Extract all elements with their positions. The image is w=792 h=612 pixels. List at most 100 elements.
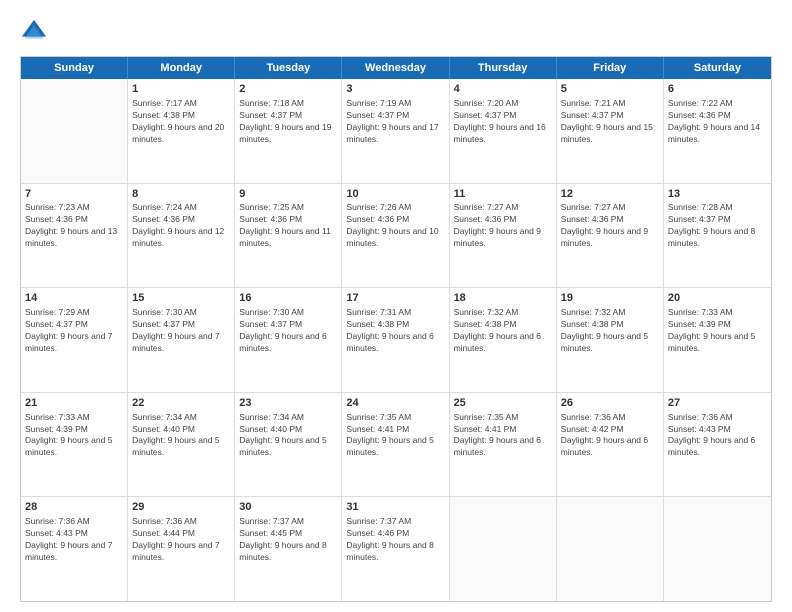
calendar-cell-2-2: 8Sunrise: 7:24 AMSunset: 4:36 PMDaylight… <box>128 184 235 288</box>
day-info: Sunrise: 7:30 AMSunset: 4:37 PMDaylight:… <box>239 307 337 355</box>
day-info: Sunrise: 7:24 AMSunset: 4:36 PMDaylight:… <box>132 202 230 250</box>
day-number: 8 <box>132 187 230 202</box>
calendar-row-2: 7Sunrise: 7:23 AMSunset: 4:36 PMDaylight… <box>21 184 771 289</box>
day-info: Sunrise: 7:30 AMSunset: 4:37 PMDaylight:… <box>132 307 230 355</box>
logo <box>20 18 52 46</box>
day-info: Sunrise: 7:20 AMSunset: 4:37 PMDaylight:… <box>454 98 552 146</box>
calendar-cell-5-3: 30Sunrise: 7:37 AMSunset: 4:45 PMDayligh… <box>235 497 342 601</box>
day-number: 26 <box>561 396 659 411</box>
day-info: Sunrise: 7:27 AMSunset: 4:36 PMDaylight:… <box>561 202 659 250</box>
calendar-cell-5-1: 28Sunrise: 7:36 AMSunset: 4:43 PMDayligh… <box>21 497 128 601</box>
day-number: 19 <box>561 291 659 306</box>
day-info: Sunrise: 7:36 AMSunset: 4:43 PMDaylight:… <box>668 412 767 460</box>
calendar-cell-4-6: 26Sunrise: 7:36 AMSunset: 4:42 PMDayligh… <box>557 393 664 497</box>
page: SundayMondayTuesdayWednesdayThursdayFrid… <box>0 0 792 612</box>
day-number: 20 <box>668 291 767 306</box>
day-info: Sunrise: 7:33 AMSunset: 4:39 PMDaylight:… <box>668 307 767 355</box>
calendar-cell-1-7: 6Sunrise: 7:22 AMSunset: 4:36 PMDaylight… <box>664 79 771 183</box>
day-number: 3 <box>346 82 444 97</box>
day-info: Sunrise: 7:31 AMSunset: 4:38 PMDaylight:… <box>346 307 444 355</box>
calendar-row-5: 28Sunrise: 7:36 AMSunset: 4:43 PMDayligh… <box>21 497 771 601</box>
day-number: 4 <box>454 82 552 97</box>
day-number: 21 <box>25 396 123 411</box>
calendar-body: 1Sunrise: 7:17 AMSunset: 4:38 PMDaylight… <box>21 79 771 601</box>
header-day-sunday: Sunday <box>21 57 128 79</box>
day-info: Sunrise: 7:19 AMSunset: 4:37 PMDaylight:… <box>346 98 444 146</box>
day-number: 13 <box>668 187 767 202</box>
header-day-tuesday: Tuesday <box>235 57 342 79</box>
day-number: 29 <box>132 500 230 515</box>
calendar-cell-4-1: 21Sunrise: 7:33 AMSunset: 4:39 PMDayligh… <box>21 393 128 497</box>
calendar-cell-3-6: 19Sunrise: 7:32 AMSunset: 4:38 PMDayligh… <box>557 288 664 392</box>
day-info: Sunrise: 7:35 AMSunset: 4:41 PMDaylight:… <box>346 412 444 460</box>
day-info: Sunrise: 7:25 AMSunset: 4:36 PMDaylight:… <box>239 202 337 250</box>
day-number: 5 <box>561 82 659 97</box>
day-number: 10 <box>346 187 444 202</box>
calendar: SundayMondayTuesdayWednesdayThursdayFrid… <box>20 56 772 602</box>
calendar-cell-3-7: 20Sunrise: 7:33 AMSunset: 4:39 PMDayligh… <box>664 288 771 392</box>
calendar-cell-2-7: 13Sunrise: 7:28 AMSunset: 4:37 PMDayligh… <box>664 184 771 288</box>
day-info: Sunrise: 7:34 AMSunset: 4:40 PMDaylight:… <box>132 412 230 460</box>
calendar-cell-1-3: 2Sunrise: 7:18 AMSunset: 4:37 PMDaylight… <box>235 79 342 183</box>
day-info: Sunrise: 7:34 AMSunset: 4:40 PMDaylight:… <box>239 412 337 460</box>
header-day-wednesday: Wednesday <box>342 57 449 79</box>
day-number: 11 <box>454 187 552 202</box>
calendar-cell-1-5: 4Sunrise: 7:20 AMSunset: 4:37 PMDaylight… <box>450 79 557 183</box>
day-info: Sunrise: 7:29 AMSunset: 4:37 PMDaylight:… <box>25 307 123 355</box>
day-number: 12 <box>561 187 659 202</box>
calendar-cell-3-5: 18Sunrise: 7:32 AMSunset: 4:38 PMDayligh… <box>450 288 557 392</box>
day-info: Sunrise: 7:23 AMSunset: 4:36 PMDaylight:… <box>25 202 123 250</box>
calendar-cell-3-3: 16Sunrise: 7:30 AMSunset: 4:37 PMDayligh… <box>235 288 342 392</box>
day-info: Sunrise: 7:18 AMSunset: 4:37 PMDaylight:… <box>239 98 337 146</box>
day-info: Sunrise: 7:22 AMSunset: 4:36 PMDaylight:… <box>668 98 767 146</box>
header <box>20 18 772 46</box>
day-number: 14 <box>25 291 123 306</box>
day-info: Sunrise: 7:36 AMSunset: 4:42 PMDaylight:… <box>561 412 659 460</box>
day-info: Sunrise: 7:17 AMSunset: 4:38 PMDaylight:… <box>132 98 230 146</box>
day-info: Sunrise: 7:36 AMSunset: 4:44 PMDaylight:… <box>132 516 230 564</box>
calendar-cell-3-1: 14Sunrise: 7:29 AMSunset: 4:37 PMDayligh… <box>21 288 128 392</box>
day-number: 6 <box>668 82 767 97</box>
day-number: 23 <box>239 396 337 411</box>
calendar-row-3: 14Sunrise: 7:29 AMSunset: 4:37 PMDayligh… <box>21 288 771 393</box>
calendar-row-1: 1Sunrise: 7:17 AMSunset: 4:38 PMDaylight… <box>21 79 771 184</box>
calendar-cell-1-6: 5Sunrise: 7:21 AMSunset: 4:37 PMDaylight… <box>557 79 664 183</box>
day-number: 7 <box>25 187 123 202</box>
calendar-cell-2-5: 11Sunrise: 7:27 AMSunset: 4:36 PMDayligh… <box>450 184 557 288</box>
day-number: 17 <box>346 291 444 306</box>
calendar-cell-5-2: 29Sunrise: 7:36 AMSunset: 4:44 PMDayligh… <box>128 497 235 601</box>
calendar-cell-5-6 <box>557 497 664 601</box>
calendar-cell-3-4: 17Sunrise: 7:31 AMSunset: 4:38 PMDayligh… <box>342 288 449 392</box>
calendar-cell-2-3: 9Sunrise: 7:25 AMSunset: 4:36 PMDaylight… <box>235 184 342 288</box>
calendar-cell-3-2: 15Sunrise: 7:30 AMSunset: 4:37 PMDayligh… <box>128 288 235 392</box>
day-info: Sunrise: 7:36 AMSunset: 4:43 PMDaylight:… <box>25 516 123 564</box>
day-number: 28 <box>25 500 123 515</box>
calendar-cell-4-7: 27Sunrise: 7:36 AMSunset: 4:43 PMDayligh… <box>664 393 771 497</box>
calendar-cell-4-4: 24Sunrise: 7:35 AMSunset: 4:41 PMDayligh… <box>342 393 449 497</box>
calendar-cell-5-4: 31Sunrise: 7:37 AMSunset: 4:46 PMDayligh… <box>342 497 449 601</box>
day-number: 30 <box>239 500 337 515</box>
day-info: Sunrise: 7:21 AMSunset: 4:37 PMDaylight:… <box>561 98 659 146</box>
header-day-thursday: Thursday <box>450 57 557 79</box>
calendar-cell-1-1 <box>21 79 128 183</box>
day-info: Sunrise: 7:37 AMSunset: 4:45 PMDaylight:… <box>239 516 337 564</box>
calendar-cell-4-3: 23Sunrise: 7:34 AMSunset: 4:40 PMDayligh… <box>235 393 342 497</box>
day-info: Sunrise: 7:35 AMSunset: 4:41 PMDaylight:… <box>454 412 552 460</box>
day-number: 24 <box>346 396 444 411</box>
day-number: 22 <box>132 396 230 411</box>
day-info: Sunrise: 7:26 AMSunset: 4:36 PMDaylight:… <box>346 202 444 250</box>
calendar-cell-5-7 <box>664 497 771 601</box>
day-number: 18 <box>454 291 552 306</box>
day-info: Sunrise: 7:32 AMSunset: 4:38 PMDaylight:… <box>454 307 552 355</box>
day-info: Sunrise: 7:28 AMSunset: 4:37 PMDaylight:… <box>668 202 767 250</box>
day-number: 31 <box>346 500 444 515</box>
header-day-friday: Friday <box>557 57 664 79</box>
calendar-cell-4-5: 25Sunrise: 7:35 AMSunset: 4:41 PMDayligh… <box>450 393 557 497</box>
header-day-saturday: Saturday <box>664 57 771 79</box>
day-number: 27 <box>668 396 767 411</box>
calendar-row-4: 21Sunrise: 7:33 AMSunset: 4:39 PMDayligh… <box>21 393 771 498</box>
day-info: Sunrise: 7:32 AMSunset: 4:38 PMDaylight:… <box>561 307 659 355</box>
calendar-cell-2-6: 12Sunrise: 7:27 AMSunset: 4:36 PMDayligh… <box>557 184 664 288</box>
logo-icon <box>20 18 48 46</box>
calendar-cell-1-4: 3Sunrise: 7:19 AMSunset: 4:37 PMDaylight… <box>342 79 449 183</box>
